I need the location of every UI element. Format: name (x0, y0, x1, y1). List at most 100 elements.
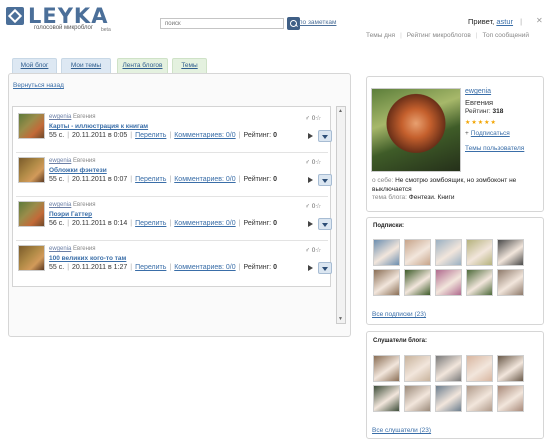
repost-link[interactable]: Перелить (135, 132, 166, 139)
subscribe-link[interactable]: Подписаться (471, 130, 510, 137)
subscriptions-title: Подписки: (373, 223, 405, 229)
comments-link[interactable]: Комментариев: 0/0 (174, 176, 235, 183)
repost-link[interactable]: Перелить (135, 264, 166, 271)
rating-label: Рейтинг: (243, 132, 272, 139)
beta-label: beta (101, 27, 111, 33)
dropdown-button[interactable] (318, 174, 332, 186)
post-author: ewgenia Евгения (49, 246, 96, 252)
profile-login-link[interactable]: ewgenia (465, 88, 491, 95)
author-login[interactable]: ewgenia (49, 158, 71, 164)
search-scope-link[interactable]: по заметкам (299, 19, 336, 26)
search-field[interactable] (160, 18, 284, 29)
nav-topics-of-day[interactable]: Темы дня (366, 32, 395, 39)
profile-about: о себе: Не смотрю зомбоящик, но зомбокон… (372, 177, 517, 201)
post-author: ewgenia Евгения (49, 114, 96, 120)
play-icon[interactable] (305, 131, 315, 141)
user-avatar[interactable] (435, 385, 462, 412)
post-author: ewgenia Евгения (49, 158, 96, 164)
author-login[interactable]: ewgenia (49, 202, 71, 208)
subscribe: + Подписаться (465, 130, 510, 137)
user-avatar[interactable] (373, 355, 400, 382)
logo-icon[interactable] (6, 7, 24, 25)
repost-link[interactable]: Перелить (135, 176, 166, 183)
likes-icon[interactable]: ♂ 0☆ (305, 114, 321, 122)
all-listeners-link[interactable]: Все слушатели (23) (372, 427, 431, 434)
divider (16, 152, 328, 153)
dropdown-button[interactable] (318, 262, 332, 274)
profile-name: Евгения (465, 98, 494, 107)
post-meta: 55 с. | 20.11.2011 в 0:05 | Перелить | Коммент… (49, 132, 277, 139)
author-avatar[interactable] (18, 201, 45, 227)
play-icon[interactable] (305, 175, 315, 185)
username-link[interactable]: astur (496, 17, 513, 26)
comments-link[interactable]: Комментариев: 0/0 (174, 220, 235, 227)
scroll-down-icon[interactable]: ▼ (338, 316, 344, 322)
play-icon[interactable] (305, 263, 315, 273)
nav-blog-rating[interactable]: Рейтинг микроблогов (407, 32, 471, 39)
user-avatar[interactable] (404, 355, 431, 382)
user-avatar[interactable] (435, 239, 462, 266)
user-avatar[interactable] (497, 269, 524, 296)
post-item: ewgenia Евгения 100 великих кого-то там … (16, 245, 334, 283)
likes-icon[interactable]: ♂ 0☆ (305, 246, 321, 254)
user-avatar[interactable] (404, 385, 431, 412)
user-avatar[interactable] (466, 239, 493, 266)
scroll-up-icon[interactable]: ▲ (338, 108, 344, 114)
tab-blog-feed[interactable]: Лента блогов (117, 58, 168, 73)
author-login[interactable]: ewgenia (49, 114, 71, 120)
likes-icon[interactable]: ♂ 0☆ (305, 202, 321, 210)
user-avatar[interactable] (466, 385, 493, 412)
user-avatar[interactable] (466, 269, 493, 296)
play-icon[interactable] (305, 219, 315, 229)
tab-my-blog[interactable]: Мой блог (12, 58, 57, 73)
author-avatar[interactable] (18, 245, 45, 271)
user-avatar[interactable] (435, 355, 462, 382)
greeting: Привет, astur | (468, 17, 522, 26)
post-author: ewgenia Евгения (49, 202, 96, 208)
user-avatar[interactable] (497, 239, 524, 266)
dropdown-button[interactable] (318, 218, 332, 230)
divider (16, 240, 328, 241)
post-title[interactable]: Обложки фэнтези (49, 167, 107, 174)
top-nav: Темы дня | Рейтинг микроблогов | Топ сообщен… (366, 32, 529, 39)
user-avatar[interactable] (404, 239, 431, 266)
tab-my-topics[interactable]: Мои темы (61, 58, 111, 73)
post-title[interactable]: 100 великих кого-то там (49, 255, 126, 262)
author-login[interactable]: ewgenia (49, 246, 71, 252)
greeting-separator: | (520, 17, 523, 26)
logout-icon[interactable]: ✕ (536, 16, 543, 25)
user-avatar[interactable] (435, 269, 462, 296)
author-avatar[interactable] (18, 113, 45, 139)
rating-label: Рейтинг: (243, 176, 272, 183)
user-topics-link[interactable]: Темы пользователя (465, 145, 524, 152)
user-avatar[interactable] (497, 385, 524, 412)
rating-label: Рейтинг: (243, 264, 272, 271)
user-avatar[interactable] (373, 385, 400, 412)
profile-photo (371, 88, 461, 172)
user-avatar[interactable] (404, 269, 431, 296)
search-input[interactable] (161, 19, 283, 28)
dropdown-button[interactable] (318, 130, 332, 142)
post-meta: 55 с. | 20.11.2011 в 0:07 | Перелить | Коммент… (49, 176, 277, 183)
user-avatar[interactable] (373, 239, 400, 266)
logo-subtitle: голосовой микроблог (34, 25, 94, 31)
rating-stars-icon: ★★★★★ (465, 120, 497, 126)
nav-top-posts[interactable]: Топ сообщений (483, 32, 529, 39)
all-subscriptions-link[interactable]: Все подписки (23) (372, 311, 426, 318)
back-link[interactable]: Вернуться назад (13, 82, 64, 89)
post-title[interactable]: Карты - иллюстрация к книгам (49, 123, 148, 130)
post-meta: 55 с. | 20.11.2011 в 1:27 | Перелить | Коммент… (49, 264, 277, 271)
post-item: ewgenia Евгения Поэри Гаттер 56 с. | 20.11… (16, 201, 334, 239)
user-avatar[interactable] (466, 355, 493, 382)
tab-topics[interactable]: Темы (172, 58, 207, 73)
feed-scrollbar[interactable]: ▲ ▼ (336, 106, 346, 324)
repost-link[interactable]: Перелить (135, 220, 166, 227)
likes-icon[interactable]: ♂ 0☆ (305, 158, 321, 166)
profile-rating: Рейтинг: 318 (465, 108, 504, 115)
user-avatar[interactable] (373, 269, 400, 296)
user-avatar[interactable] (497, 355, 524, 382)
comments-link[interactable]: Комментариев: 0/0 (174, 264, 235, 271)
author-avatar[interactable] (18, 157, 45, 183)
comments-link[interactable]: Комментариев: 0/0 (174, 132, 235, 139)
post-title[interactable]: Поэри Гаттер (49, 211, 92, 218)
